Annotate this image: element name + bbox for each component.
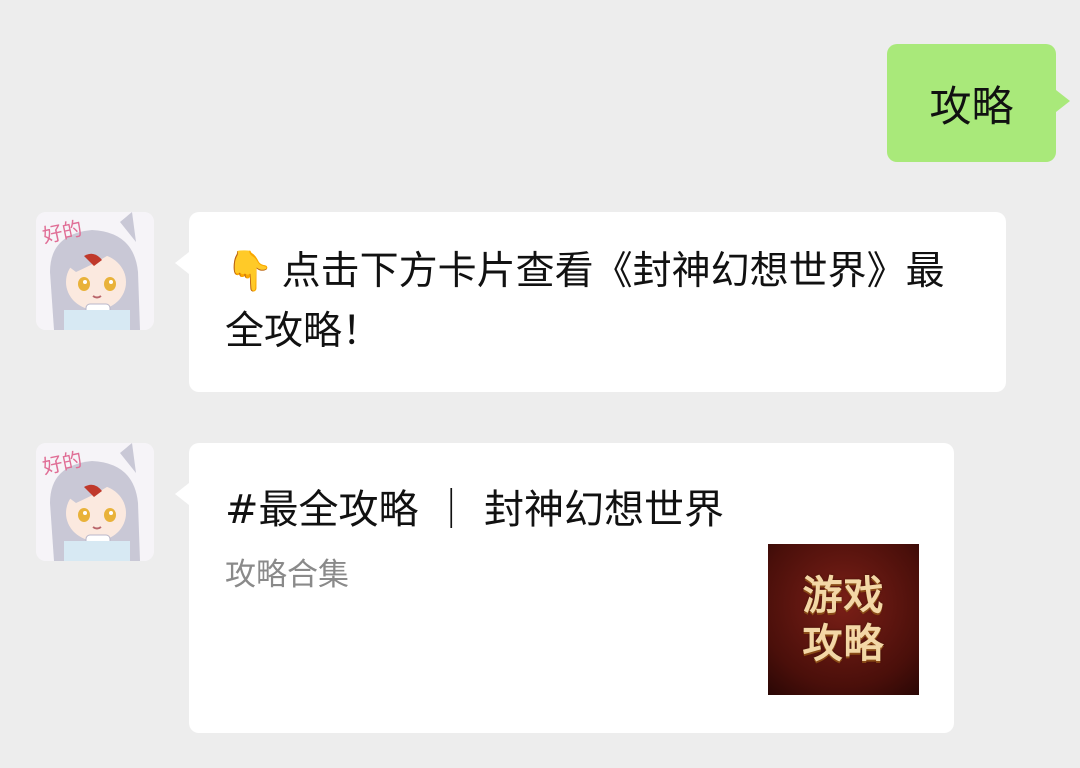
incoming-message-text: 👇 点击下方卡片查看《封神幻想世界》最全攻略！ [225,242,970,362]
thumbnail-text-line-2: 攻略 [802,620,885,667]
incoming-message-bubble[interactable]: 👇 点击下方卡片查看《封神幻想世界》最全攻略！ [175,212,1006,392]
link-card-title: #最全攻略 ｜ 封神幻想世界 [225,487,724,533]
link-card-thumbnail: 游戏 攻略 [768,544,919,695]
message-content: 点击下方卡片查看《封神幻想世界》最全攻略！ [225,249,945,354]
sender-avatar[interactable]: 好的 [36,212,154,330]
link-card[interactable]: #最全攻略 ｜ 封神幻想世界 攻略合集 游戏 攻略 [175,443,954,733]
outgoing-message-bubble[interactable]: 攻略 [887,44,1070,162]
link-card-subtitle: 攻略合集 [225,557,349,593]
outgoing-message-text: 攻略 [929,81,1014,131]
sender-avatar[interactable]: 好的 [36,443,154,561]
pointing-down-hand-icon: 👇 [225,249,274,294]
chat-conversation: 攻略 好的 👇 点击下方卡片查看《封神幻想世界》最全攻略！ 好的 #最全攻略 ｜… [0,0,1080,768]
thumbnail-text-line-1: 游戏 [802,572,885,619]
